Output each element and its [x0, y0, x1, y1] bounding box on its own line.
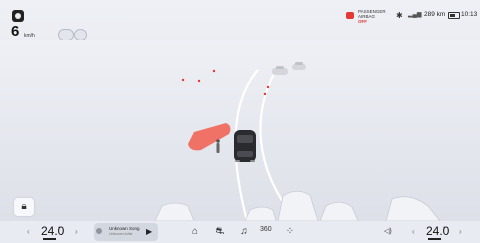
obstacle-marker — [263, 92, 267, 96]
obstacle-marker — [181, 78, 185, 82]
left-temp-decrease-button[interactable]: ‹ — [27, 227, 30, 236]
ego-vehicle — [234, 130, 256, 162]
obstacle-marker — [266, 85, 270, 89]
right-temperature-unit: ° — [443, 227, 446, 233]
home-icon[interactable]: ⌂ — [188, 225, 202, 239]
app-grid-icon[interactable]: ⁘ — [283, 225, 297, 239]
left-temperature[interactable]: 24.0 — [41, 224, 64, 238]
left-temp-increase-button[interactable]: › — [75, 227, 78, 236]
pedestrian-figure — [216, 139, 220, 153]
music-icon[interactable]: ♫ — [237, 225, 251, 239]
song-artist: Unknown Artist — [109, 232, 133, 236]
right-temperature-indicator — [428, 238, 441, 240]
car-icon[interactable]: ⛐ — [213, 225, 227, 239]
right-temperature[interactable]: 24.0 — [426, 224, 449, 238]
right-temp-increase-button[interactable]: › — [459, 227, 462, 236]
left-temperature-unit: ° — [58, 227, 61, 233]
camera-360-button[interactable]: 360 — [260, 226, 272, 233]
obstacle-marker — [197, 79, 201, 83]
volume-icon[interactable]: ◁) — [384, 227, 392, 235]
lock-button[interactable]: 🔒︎ — [14, 198, 34, 216]
left-temperature-indicator — [43, 238, 56, 240]
obstacle-marker — [212, 69, 216, 73]
album-art-icon — [96, 228, 102, 234]
song-title: Unknown Song — [109, 226, 140, 231]
screen: 6 km/h PASSENGER AIRBAG OFF ✱ ▂▄▆ 289 km… — [0, 0, 480, 243]
play-button[interactable]: ▶ — [146, 227, 152, 236]
right-temp-decrease-button[interactable]: ‹ — [412, 227, 415, 236]
driving-visualization — [0, 40, 480, 222]
